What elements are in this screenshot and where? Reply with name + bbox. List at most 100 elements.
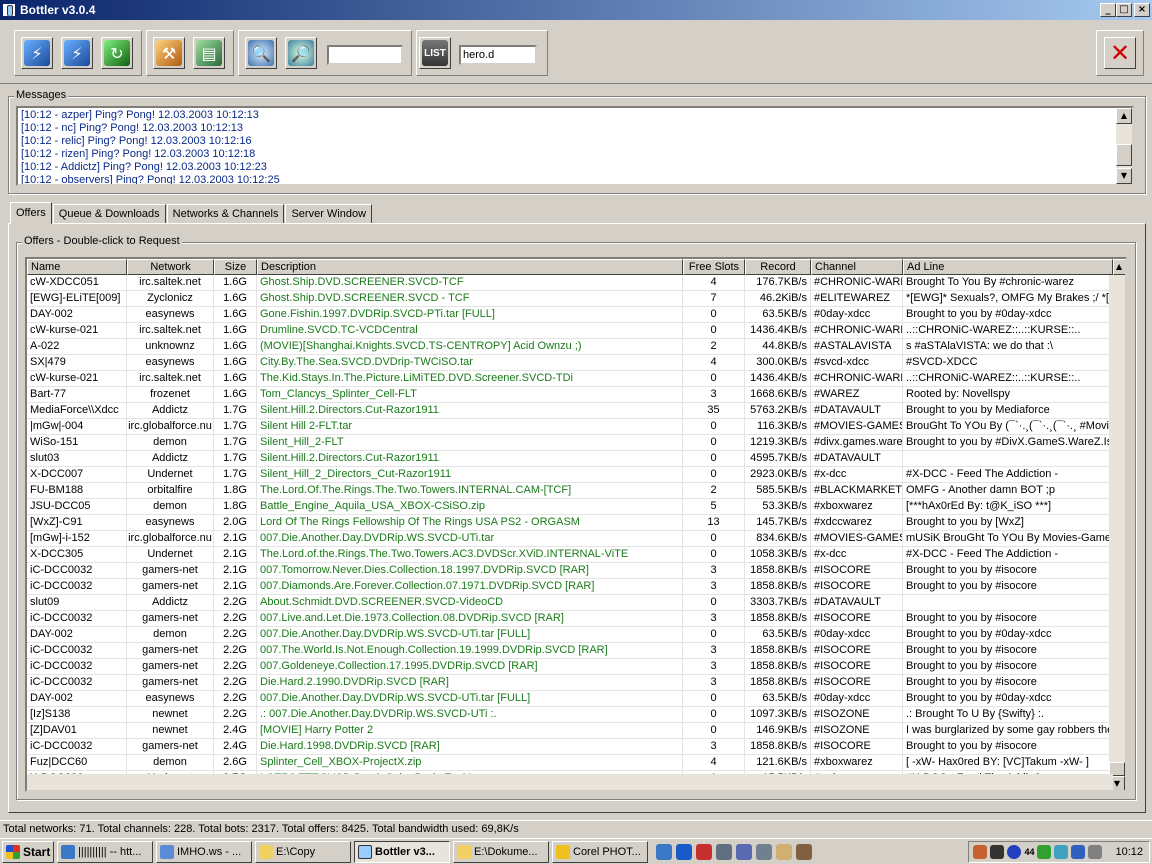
quicklaunch-ie-icon[interactable]: [656, 843, 672, 860]
table-row[interactable]: [mGw]-i-152 irc.globalforce.nu 2.1G 007.Die…: [27, 531, 1113, 547]
table-row[interactable]: Fuz|DCC60 demon 2.6G Splinter_Cell_XBOX-Pro…: [27, 755, 1113, 771]
offers-vertical-scrollbar[interactable]: ▼: [1109, 275, 1125, 790]
table-row[interactable]: A-022 unknownz 1.6G (MOVIE)[Shanghai.Knight…: [27, 339, 1113, 355]
search-next-button[interactable]: 🔎: [285, 37, 317, 69]
cell-ad-line: Brought to you by #isocore: [903, 675, 1113, 691]
start-button[interactable]: Start: [2, 840, 54, 863]
scroll-up-arrow-icon[interactable]: ▲: [1113, 259, 1125, 275]
table-row[interactable]: X-DCC007 Undernet 1.7G Silent_Hill_2_Direct…: [27, 467, 1113, 483]
quicklaunch-mail-icon[interactable]: [696, 843, 712, 860]
scroll-up-arrow-icon[interactable]: ▲: [1116, 108, 1132, 124]
tab-server-window[interactable]: Server Window: [285, 204, 373, 224]
quicklaunch-tool-icon[interactable]: [756, 843, 772, 860]
quicklaunch-folder-icon[interactable]: [776, 843, 792, 860]
table-row[interactable]: iC-DCC0032 gamers-net 2.1G 007.Diamonds.Are…: [27, 579, 1113, 595]
tab-queue-downloads[interactable]: Queue & Downloads: [52, 204, 166, 224]
table-row[interactable]: MediaForce\\Xdcc Addictz 1.7G Silent.Hill.2…: [27, 403, 1113, 419]
cell-network: unknownz: [127, 339, 214, 355]
table-row[interactable]: iC-DCC0032 gamers-net 2.1G 007.Tomorrow.Nev…: [27, 563, 1113, 579]
column-header-ad-line[interactable]: Ad Line: [903, 259, 1113, 275]
cell-description: (MOVIE)[Shanghai.Knights.SVCD.TS-CENTROP…: [257, 339, 683, 355]
column-header-record[interactable]: Record: [745, 259, 811, 275]
taskbar-item-corel[interactable]: Corel PHOT...: [552, 840, 648, 863]
cell-record: 1858.8KB/s: [745, 611, 811, 627]
tab-networks-channels[interactable]: Networks & Channels: [166, 204, 285, 224]
table-row[interactable]: DAY-002 easynews 2.2G 007.Die.Another.Day.D…: [27, 691, 1113, 707]
cell-size: 2.4G: [214, 723, 257, 739]
taskbar-item-imho[interactable]: IMHO.ws - ...: [156, 840, 252, 863]
table-row[interactable]: [WxZ]-C91 easynews 2.0G Lord Of The Rings F…: [27, 515, 1113, 531]
table-row[interactable]: FU-BM188 orbitalfire 1.8G The.Lord.Of.The.R…: [27, 483, 1113, 499]
scroll-down-arrow-icon[interactable]: ▼: [1116, 168, 1132, 184]
table-row[interactable]: JSU-DCC05 demon 1.8G Battle_Engine_Aquila_U…: [27, 499, 1113, 515]
table-row[interactable]: [Iz]S138 newnet 2.2G.: 007.Die.Another.Day…: [27, 707, 1113, 723]
cell-network: demon: [127, 435, 214, 451]
table-row[interactable]: [Z]DAV01 newnet 2.4G [MOVIE] Harry Potter 2…: [27, 723, 1113, 739]
table-row[interactable]: |mGw|-004 irc.globalforce.nu 1.7G Silent Hi…: [27, 419, 1113, 435]
tray-w-icon[interactable]: [1007, 845, 1022, 859]
offers-table[interactable]: Name Network Size Description Free Slots…: [25, 257, 1127, 792]
minimize-button[interactable]: _: [1100, 3, 1116, 17]
taskbar-item-copy-folder[interactable]: E:\Copy: [255, 840, 351, 863]
cell-description: [MOVIE] Harry Potter 2: [257, 723, 683, 739]
exit-button[interactable]: ✕: [1104, 37, 1136, 69]
tray-network-icon[interactable]: [1054, 845, 1069, 859]
taskbar-item-bottler[interactable]: Bottler v3...: [354, 840, 450, 863]
cell-size: 2.1G: [214, 531, 257, 547]
table-row[interactable]: DAY-002 demon 2.2G 007.Die.Another.Day.DVDR…: [27, 627, 1113, 643]
column-header-network[interactable]: Network: [127, 259, 214, 275]
list-filter-input[interactable]: [459, 45, 537, 65]
list-button[interactable]: LIST: [419, 37, 451, 69]
table-row[interactable]: Bart-77 frozenet 1.6G Tom_Clancys_Splinter_…: [27, 387, 1113, 403]
messages-log[interactable]: [10:12 - azper] Ping? Pong! 12.03.2003 1…: [16, 106, 1134, 186]
table-row[interactable]: iC-DCC0032 gamers-net 2.2G 007.Goldeneye.Co…: [27, 659, 1113, 675]
search-input[interactable]: [327, 45, 403, 65]
plug-off-icon: ⚡: [64, 40, 90, 66]
table-row[interactable]: SX|479 easynews 1.6G City.By.The.Sea.SVCD.D…: [27, 355, 1113, 371]
table-row[interactable]: WiSo-151 demon 1.7G Silent_Hill_2-FLT 0 1219.…: [27, 435, 1113, 451]
cell-channel: #ISOZONE: [811, 707, 903, 723]
table-row[interactable]: cW-kurse-021 irc.saltek.net 1.6G The.Kid.St…: [27, 371, 1113, 387]
tray-network2-icon[interactable]: [1071, 845, 1086, 859]
table-row[interactable]: cW-XDCC051 irc.saltek.net 1.6G Ghost.Ship.D…: [27, 275, 1113, 291]
messages-scrollbar[interactable]: ▲ ▼: [1116, 108, 1132, 184]
column-header-channel[interactable]: Channel: [811, 259, 903, 275]
table-row[interactable]: cW-kurse-021 irc.saltek.net 1.6G Drumline.S…: [27, 323, 1113, 339]
tray-badge: 44: [1024, 847, 1035, 857]
column-header-description[interactable]: Description: [257, 259, 683, 275]
refresh-button[interactable]: ↻: [101, 37, 133, 69]
maximize-button[interactable]: □: [1116, 3, 1132, 17]
table-row[interactable]: iC-DCC0032 gamers-net 2.4G Die.Hard.1998.DV…: [27, 739, 1113, 755]
quicklaunch-misc-icon[interactable]: [796, 843, 812, 860]
quicklaunch-browser-icon[interactable]: [676, 843, 692, 860]
table-row[interactable]: iC-DCC0032 gamers-net 2.2G Die.Hard.2.1990.…: [27, 675, 1113, 691]
messages-scroll-thumb[interactable]: [1116, 144, 1132, 166]
column-header-name[interactable]: Name: [27, 259, 127, 275]
table-row[interactable]: slut09 Addictz 2.2G About.Schmidt.DVD.SCREE…: [27, 595, 1113, 611]
taskbar-item-browser[interactable]: |||||||||| -- htt...: [57, 840, 153, 863]
table-row[interactable]: [EWG]-ELiTE[009] Zyclonicz 1.6G Ghost.Ship.…: [27, 291, 1113, 307]
table-row[interactable]: iC-DCC0032 gamers-net 2.2G 007.The.World.Is…: [27, 643, 1113, 659]
message-line: [10:12 - nc] Ping? Pong! 12.03.2003 10:1…: [21, 122, 244, 134]
speaker-icon[interactable]: [1088, 845, 1103, 859]
tray-monitor-icon[interactable]: [1037, 845, 1052, 859]
table-row[interactable]: slut03 Addictz 1.7G Silent.Hill.2.Directors…: [27, 451, 1113, 467]
connect-button[interactable]: ⚡: [21, 37, 53, 69]
database-button[interactable]: ▤: [193, 37, 225, 69]
window-close-button[interactable]: ×: [1134, 3, 1150, 17]
search-button[interactable]: 🔍: [245, 37, 277, 69]
disconnect-button[interactable]: ⚡: [61, 37, 93, 69]
column-header-free-slots[interactable]: Free Slots: [683, 259, 745, 275]
tray-app-icon[interactable]: [973, 845, 988, 859]
offers-horizontal-scrollbar[interactable]: [27, 774, 1113, 790]
settings-button[interactable]: ⚒: [153, 37, 185, 69]
table-row[interactable]: X-DCC305 Undernet 2.1G The.Lord.of.the.Ring…: [27, 547, 1113, 563]
tab-offers[interactable]: Offers: [10, 202, 52, 224]
quicklaunch-network-icon[interactable]: [716, 843, 732, 860]
tray-pen-icon[interactable]: [990, 845, 1005, 859]
taskbar-item-dokumente-folder[interactable]: E:\Dokume...: [453, 840, 549, 863]
table-row[interactable]: iC-DCC0032 gamers-net 2.2G 007.Live.and.Let…: [27, 611, 1113, 627]
quicklaunch-app-icon[interactable]: [736, 843, 752, 860]
table-row[interactable]: DAY-002 easynews 1.6G Gone.Fishin.1997.DVDR…: [27, 307, 1113, 323]
column-header-size[interactable]: Size: [214, 259, 257, 275]
